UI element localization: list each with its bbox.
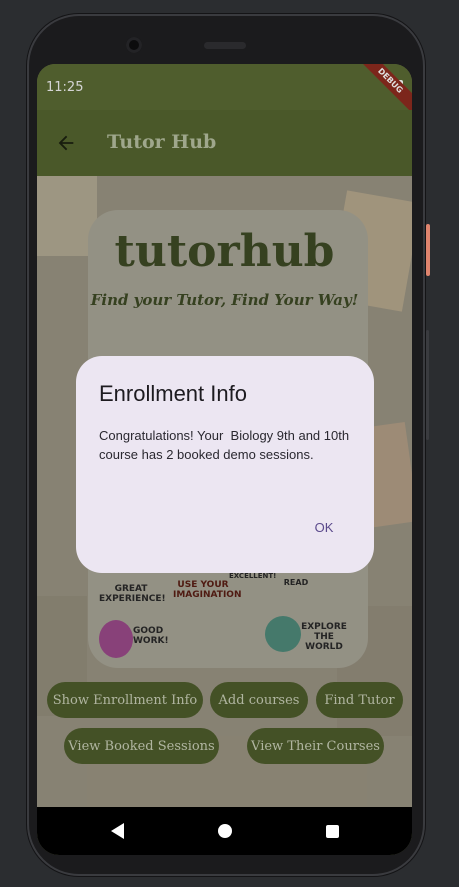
volume-button: [426, 330, 429, 440]
dialog-message: Congratulations! Your Biology 9th and 10…: [99, 428, 353, 462]
enrollment-info-dialog: Enrollment Info Congratulations! Your Bi…: [76, 356, 374, 573]
nav-recents-icon[interactable]: [326, 825, 339, 838]
ok-button[interactable]: OK: [304, 516, 344, 540]
device-screen: 11:25 DEBUG Tutor Hub tutorhub Find your…: [37, 64, 412, 855]
nav-home-icon[interactable]: [218, 824, 232, 838]
power-button: [426, 224, 430, 276]
nav-back-icon[interactable]: [111, 823, 124, 839]
earpiece-speaker: [204, 42, 246, 49]
system-navigation-bar: [37, 807, 412, 855]
dialog-title: Enrollment Info: [99, 381, 247, 406]
front-camera: [126, 37, 142, 53]
